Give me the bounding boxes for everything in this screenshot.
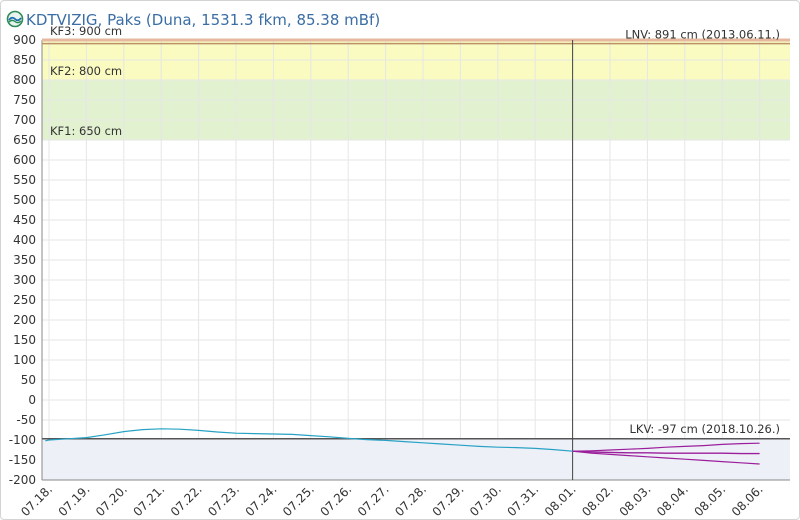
y-tick-label: 450 bbox=[13, 213, 36, 227]
x-tick-label: 07.21. bbox=[130, 482, 167, 519]
y-tick-label: 800 bbox=[13, 73, 36, 87]
y-tick-label: 850 bbox=[13, 53, 36, 67]
x-tick-label: 07.30. bbox=[467, 482, 504, 519]
y-tick-label: 200 bbox=[13, 313, 36, 327]
x-tick-label: 07.20. bbox=[93, 482, 130, 519]
y-tick-label: 300 bbox=[13, 273, 36, 287]
x-tick-label: 07.22. bbox=[168, 482, 205, 519]
y-tick-label: -50 bbox=[16, 413, 36, 427]
x-tick-label: 07.19. bbox=[56, 482, 93, 519]
x-tick-label: 08.06. bbox=[729, 482, 766, 519]
y-tick-label: 350 bbox=[13, 253, 36, 267]
y-tick-label: 700 bbox=[13, 113, 36, 127]
y-tick-label: 750 bbox=[13, 93, 36, 107]
threshold-bands bbox=[42, 40, 790, 140]
y-tick-label: 550 bbox=[13, 173, 36, 187]
x-tick-label: 07.26. bbox=[317, 482, 354, 519]
kf2-label: KF2: 800 cm bbox=[50, 64, 122, 78]
y-tick-label: 400 bbox=[13, 233, 36, 247]
x-tick-label: 07.18. bbox=[18, 482, 55, 519]
y-tick-label: 0 bbox=[28, 393, 36, 407]
water-level-chart: KF1: 650 cm KF2: 800 cm KF3: 900 cm LNV: 89… bbox=[9, 24, 790, 519]
y-tick-label: 50 bbox=[21, 373, 36, 387]
x-tick-label: 08.02. bbox=[579, 482, 616, 519]
lkv-fill-area bbox=[42, 438, 790, 480]
x-tick-label: 07.31. bbox=[504, 482, 541, 519]
x-tick-label: 08.04. bbox=[654, 482, 691, 519]
x-tick-label: 07.27. bbox=[355, 482, 392, 519]
y-tick-label: 500 bbox=[13, 193, 36, 207]
y-tick-label: 650 bbox=[13, 133, 36, 147]
kf1-label: KF1: 650 cm bbox=[50, 124, 122, 138]
x-tick-label: 07.28. bbox=[392, 482, 429, 519]
y-tick-label: -150 bbox=[9, 453, 36, 467]
y-tick-label: 150 bbox=[13, 333, 36, 347]
x-tick-label: 08.03. bbox=[617, 482, 654, 519]
y-tick-label: -200 bbox=[9, 473, 36, 487]
x-tick-label: 07.23. bbox=[205, 482, 242, 519]
y-tick-label: 900 bbox=[13, 33, 36, 47]
lkv-area bbox=[42, 438, 790, 480]
x-tick-label: 08.05. bbox=[691, 482, 728, 519]
y-axis: 9008508007507006506005505004504003503002… bbox=[9, 33, 36, 487]
y-tick-label: -100 bbox=[9, 433, 36, 447]
y-tick-label: 250 bbox=[13, 293, 36, 307]
x-tick-label: 07.24. bbox=[243, 482, 280, 519]
y-tick-label: 100 bbox=[13, 353, 36, 367]
kf3-label: KF3: 900 cm bbox=[50, 24, 122, 38]
x-tick-label: 07.25. bbox=[280, 482, 317, 519]
lnv-label: LNV: 891 cm (2013.06.11.) bbox=[625, 28, 780, 42]
y-tick-label: 600 bbox=[13, 153, 36, 167]
x-axis: 07.18. 07.19. 07.20. 07.21. 07.22. 07.23. 07.2… bbox=[18, 482, 765, 519]
lkv-label: LKV: -97 cm (2018.10.26.) bbox=[630, 422, 781, 436]
x-tick-label: 08.01. bbox=[542, 482, 579, 519]
kf1-band bbox=[42, 80, 790, 140]
x-tick-label: 07.29. bbox=[430, 482, 467, 519]
